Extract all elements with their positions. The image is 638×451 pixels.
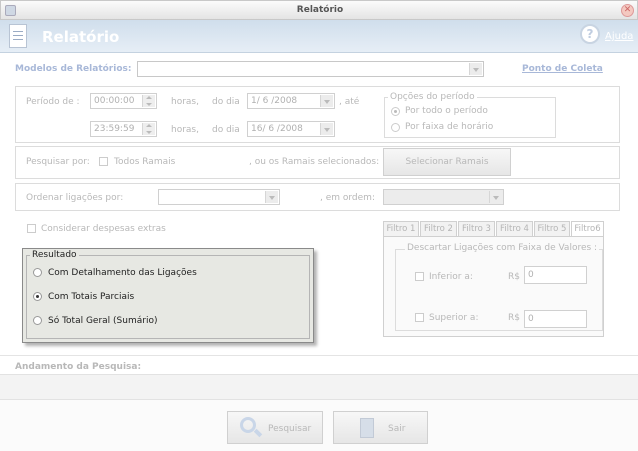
close-icon[interactable]: ✕ bbox=[621, 4, 634, 17]
result-summary-label: Só Total Geral (Sumário) bbox=[48, 316, 158, 326]
lower-bound-label: Inferior a: bbox=[429, 272, 473, 282]
chevron-down-icon[interactable] bbox=[265, 191, 278, 203]
result-summary-radio[interactable] bbox=[33, 316, 42, 325]
order-direction-select[interactable] bbox=[383, 189, 504, 205]
chevron-down-icon[interactable] bbox=[469, 63, 482, 75]
order-label: Ordenar ligações por: bbox=[26, 193, 124, 203]
period-options-title: Opções do período bbox=[388, 92, 477, 102]
search-button[interactable]: Pesquisar bbox=[227, 411, 323, 444]
models-label: Modelos de Relatórios: bbox=[15, 64, 132, 74]
spin-icon[interactable] bbox=[142, 95, 155, 107]
day-label: do dia bbox=[212, 97, 240, 107]
start-date-input[interactable]: 1/ 6 /2008 bbox=[247, 93, 335, 109]
discard-range-title: Descartar Ligações com Faixa de Valores … bbox=[405, 243, 600, 253]
period-all-label: Por todo o período bbox=[405, 106, 488, 116]
window-titlebar: Relatório ✕ bbox=[0, 0, 638, 20]
tab-filter-5[interactable]: Filtro 5 bbox=[534, 221, 570, 237]
until-label: , até bbox=[339, 97, 360, 107]
window-title: Relatório bbox=[296, 5, 344, 15]
page-header: Relatório ? Ajuda bbox=[0, 20, 638, 53]
door-exit-icon bbox=[360, 418, 374, 438]
period-all-radio[interactable] bbox=[391, 107, 400, 116]
result-detailed-label: Com Detalhamento das Ligações bbox=[48, 268, 197, 278]
chevron-down-icon[interactable] bbox=[489, 191, 502, 203]
all-extensions-label: Todos Ramais bbox=[114, 157, 176, 167]
chevron-down-icon[interactable] bbox=[320, 123, 333, 135]
result-title: Resultado bbox=[30, 250, 79, 260]
tab-filter-4[interactable]: Filtro 4 bbox=[496, 221, 533, 237]
help-link[interactable]: Ajuda bbox=[605, 31, 633, 42]
exit-button[interactable]: Sair bbox=[333, 411, 428, 444]
period-range-label: Por faixa de horário bbox=[405, 122, 494, 132]
upper-bound-label: Superior a: bbox=[429, 313, 479, 323]
hours-label: horas, bbox=[171, 125, 199, 135]
period-range-radio[interactable] bbox=[391, 123, 400, 132]
lower-bound-input[interactable]: 0 bbox=[524, 266, 587, 284]
tab-filter-6[interactable]: Filtro6 bbox=[571, 221, 604, 237]
tab-filter-1[interactable]: Filtro 1 bbox=[383, 221, 419, 237]
period-label: Período de : bbox=[26, 97, 80, 107]
order-by-select[interactable] bbox=[158, 189, 280, 205]
report-document-icon bbox=[9, 24, 27, 48]
end-date-input[interactable]: 16/ 6 /2008 bbox=[247, 121, 335, 137]
result-partial-totals-radio[interactable] bbox=[33, 292, 42, 301]
page-title: Relatório bbox=[42, 28, 120, 46]
hours-label: horas, bbox=[171, 97, 199, 107]
select-extensions-button[interactable]: Selecionar Ramais bbox=[383, 148, 511, 176]
lower-bound-checkbox[interactable] bbox=[415, 272, 424, 281]
tab-filter-3[interactable]: Filtro 3 bbox=[458, 221, 495, 237]
upper-bound-checkbox[interactable] bbox=[415, 313, 424, 322]
day-label: do dia bbox=[212, 125, 240, 135]
extra-costs-checkbox[interactable] bbox=[27, 224, 36, 233]
tab-filter-2[interactable]: Filtro 2 bbox=[420, 221, 457, 237]
start-time-input[interactable]: 00:00:00 bbox=[90, 93, 157, 109]
progress-divider bbox=[0, 355, 638, 356]
progress-bar bbox=[0, 374, 638, 400]
help-icon[interactable]: ? bbox=[580, 24, 600, 44]
all-extensions-checkbox[interactable] bbox=[99, 157, 108, 166]
spin-icon[interactable] bbox=[142, 123, 155, 135]
chevron-down-icon[interactable] bbox=[320, 95, 333, 107]
end-time-input[interactable]: 23:59:59 bbox=[90, 121, 157, 137]
collection-point-link[interactable]: Ponto de Coleta bbox=[522, 64, 603, 74]
search-label: Pesquisar por: bbox=[26, 157, 90, 167]
currency-label: R$ bbox=[508, 313, 520, 323]
magnifier-handle bbox=[253, 428, 263, 438]
models-select[interactable] bbox=[137, 61, 484, 77]
or-selected-label: , ou os Ramais selecionados: bbox=[249, 157, 380, 167]
extra-costs-label: Considerar despesas extras bbox=[41, 224, 166, 234]
result-detailed-radio[interactable] bbox=[33, 268, 42, 277]
exit-button-label: Sair bbox=[388, 424, 406, 434]
upper-bound-input[interactable]: 0 bbox=[524, 310, 587, 328]
currency-label: R$ bbox=[508, 272, 520, 282]
progress-label: Andamento da Pesquisa: bbox=[15, 362, 142, 372]
result-partial-totals-label: Com Totais Parciais bbox=[48, 292, 135, 302]
in-order-label: , em ordem: bbox=[320, 193, 375, 203]
search-button-label: Pesquisar bbox=[268, 424, 312, 434]
